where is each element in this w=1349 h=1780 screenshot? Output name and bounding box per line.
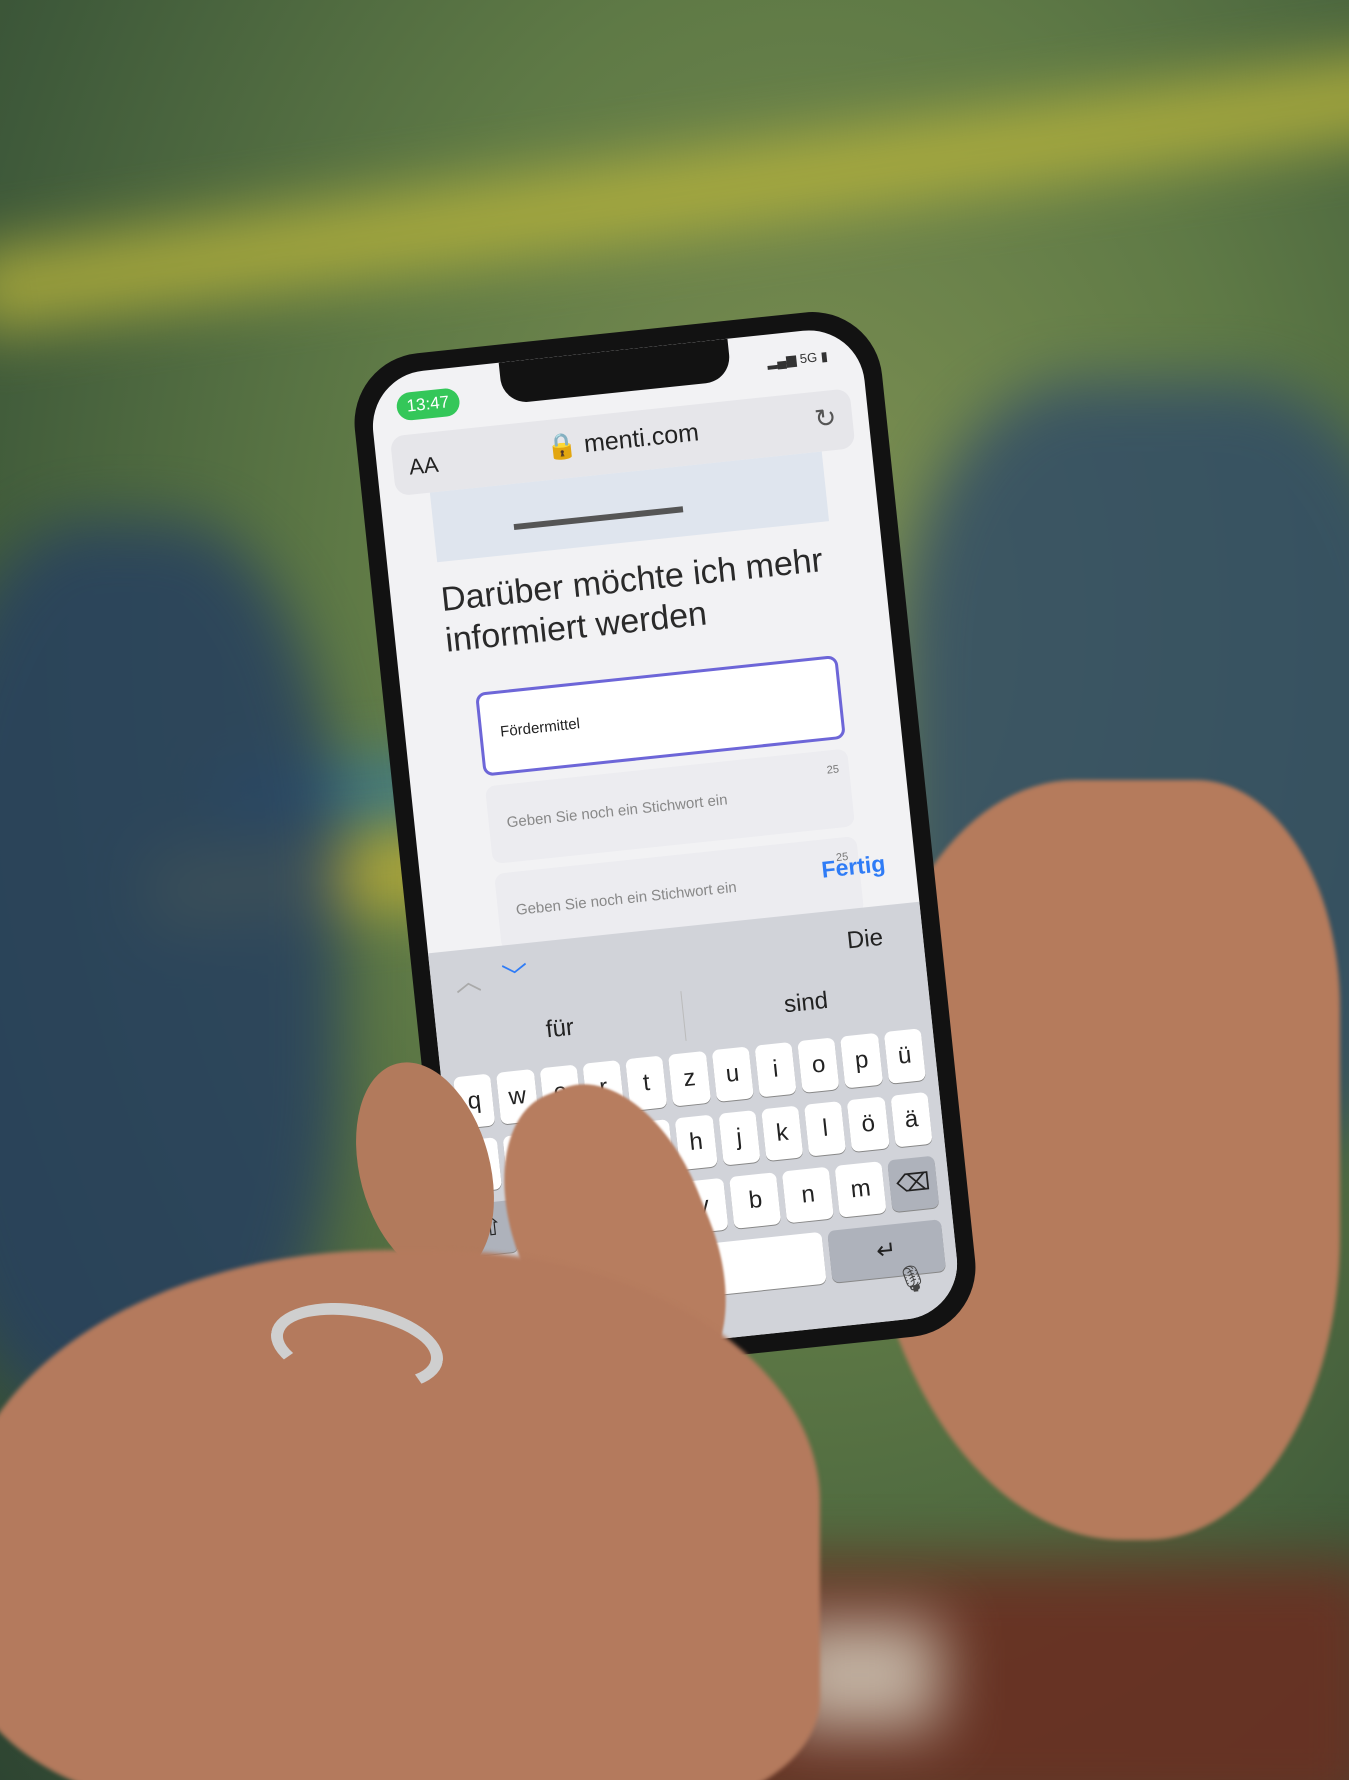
- key[interactable]: ü: [883, 1028, 926, 1084]
- key[interactable]: j: [717, 1110, 761, 1166]
- reload-icon[interactable]: ↻: [813, 402, 838, 435]
- suggestion-1[interactable]: für: [434, 991, 687, 1067]
- key[interactable]: u: [711, 1046, 754, 1102]
- done-button[interactable]: Fertig: [820, 850, 886, 884]
- battery-icon: ▮: [819, 348, 829, 365]
- suggestion-2[interactable]: sind: [681, 965, 931, 1040]
- key[interactable]: p: [840, 1032, 883, 1089]
- key[interactable]: i: [754, 1041, 797, 1098]
- keyword-input-3-placeholder: Geben Sie noch ein Stichwort ein: [515, 878, 738, 919]
- tower-illustration: [510, 476, 684, 531]
- key[interactable]: m: [834, 1161, 887, 1218]
- url-text: menti.com: [582, 418, 701, 459]
- key[interactable]: ö: [847, 1096, 890, 1153]
- network-label: 5G: [799, 349, 818, 367]
- photo-background: 13:47 ▂▄▆ 5G ▮ AA 🔒 menti.com ↻ Darüber …: [0, 0, 1349, 1780]
- keyword-input-2-counter: 25: [826, 763, 840, 777]
- key[interactable]: ä: [890, 1091, 933, 1148]
- key[interactable]: b: [729, 1172, 782, 1229]
- suggestion-3[interactable]: Die: [846, 924, 885, 956]
- question-title: Darüber möchte ich mehr informiert werde…: [439, 541, 825, 660]
- key[interactable]: o: [797, 1037, 840, 1093]
- keyword-input-1-value: Fördermittel: [499, 715, 581, 741]
- status-indicators: ▂▄▆ 5G ▮: [766, 348, 828, 370]
- blurred-yellow-stripe: [0, 46, 1349, 334]
- microphone-icon[interactable]: 🎙: [894, 1262, 930, 1296]
- chevron-up-icon[interactable]: ︿: [454, 965, 483, 998]
- key[interactable]: z: [668, 1050, 711, 1107]
- status-time: 13:47: [395, 387, 461, 422]
- delete-key[interactable]: ⌫: [887, 1155, 940, 1213]
- key[interactable]: n: [782, 1166, 835, 1224]
- signal-icon: ▂▄▆: [766, 351, 797, 370]
- key[interactable]: k: [761, 1105, 804, 1162]
- keyword-input-2-placeholder: Geben Sie noch ein Stichwort ein: [505, 791, 729, 832]
- lock-icon: 🔒: [544, 431, 579, 463]
- key[interactable]: l: [804, 1100, 847, 1157]
- chevron-down-icon[interactable]: ﹀: [501, 960, 530, 993]
- field-navigation: ︿ ﹀: [453, 955, 530, 999]
